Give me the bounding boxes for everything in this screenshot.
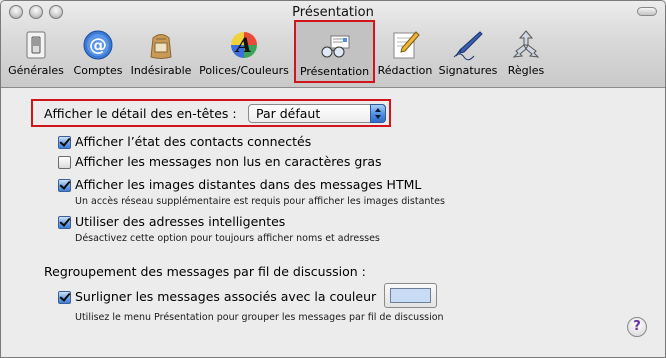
fountain-pen-icon [453,31,483,61]
threads-note: Utilisez le menu Présentation pour group… [75,312,444,323]
tab-generales-label: Générales [8,64,64,77]
header-detail-popup[interactable]: Par défaut [248,104,386,123]
svg-text:A: A [234,33,252,57]
header-detail-value: Par défaut [256,106,321,121]
tab-polices-couleurs-label: Polices/Couleurs [199,64,289,77]
svg-text:@: @ [89,35,107,56]
toolbar-toggle-button[interactable] [637,7,657,16]
viewing-glasses-icon [321,35,349,58]
title-toolbar: Présentation Générales @ Comptes Indésir… [1,1,665,88]
highlight-threads-checkbox[interactable] [58,291,71,304]
font-color-icon: A [231,32,257,58]
header-detail-label: Afficher le détail des en-têtes : [44,106,237,121]
tab-comptes-label: Comptes [73,64,123,77]
smart-addresses-label: Utiliser des adresses intelligentes [75,214,286,229]
tab-signatures[interactable]: Signatures [437,23,499,83]
rules-arrows-icon [512,30,540,58]
window-title: Présentation [292,5,374,20]
light-switch-icon [26,31,46,59]
smart-addresses-note: Désactivez cette option pour toujours af… [75,233,380,244]
threads-heading: Regroupement des messages par fil de dis… [44,264,366,279]
remote-images-checkbox[interactable] [58,179,71,192]
junk-bag-icon [150,34,172,59]
tab-redaction-label: Rédaction [377,64,433,77]
bold-unread-checkbox[interactable] [58,156,71,169]
smart-addresses-checkbox[interactable] [58,216,71,229]
tab-signatures-label: Signatures [438,64,498,77]
highlight-threads-label: Surligner les messages associés avec la … [75,289,377,304]
tab-presentation-label: Présentation [299,65,370,78]
thread-color-well[interactable] [384,283,437,308]
tab-indesirable-label: Indésirable [130,64,192,77]
status-label: Afficher l’état des contacts connectés [75,134,312,149]
tab-presentation[interactable]: Présentation [294,20,375,83]
at-sign-icon: @ [83,30,113,60]
tab-regles[interactable]: Règles [503,23,549,83]
tab-generales[interactable]: Générales [5,23,67,83]
remote-images-note: Un accès réseau supplémentaire est requi… [75,196,445,207]
tab-indesirable[interactable]: Indésirable [129,23,193,83]
bold-unread-label: Afficher les messages non lus en caractè… [75,154,382,169]
popup-arrows-icon [370,104,386,123]
presentation-panel: Afficher le détail des en-têtes : Par dé… [1,88,665,357]
thread-color-swatch [390,288,431,303]
help-button[interactable]: ? [627,317,647,337]
status-checkbox[interactable] [58,136,71,149]
preferences-window: Présentation Générales @ Comptes Indésir… [0,0,666,358]
tab-comptes[interactable]: @ Comptes [71,23,125,83]
remote-images-label: Afficher les images distantes dans des m… [75,177,422,192]
tab-polices-couleurs[interactable]: A Polices/Couleurs [198,23,290,83]
pencil-compose-icon [393,31,420,59]
tab-redaction[interactable]: Rédaction [377,23,433,83]
tab-regles-label: Règles [507,64,545,77]
